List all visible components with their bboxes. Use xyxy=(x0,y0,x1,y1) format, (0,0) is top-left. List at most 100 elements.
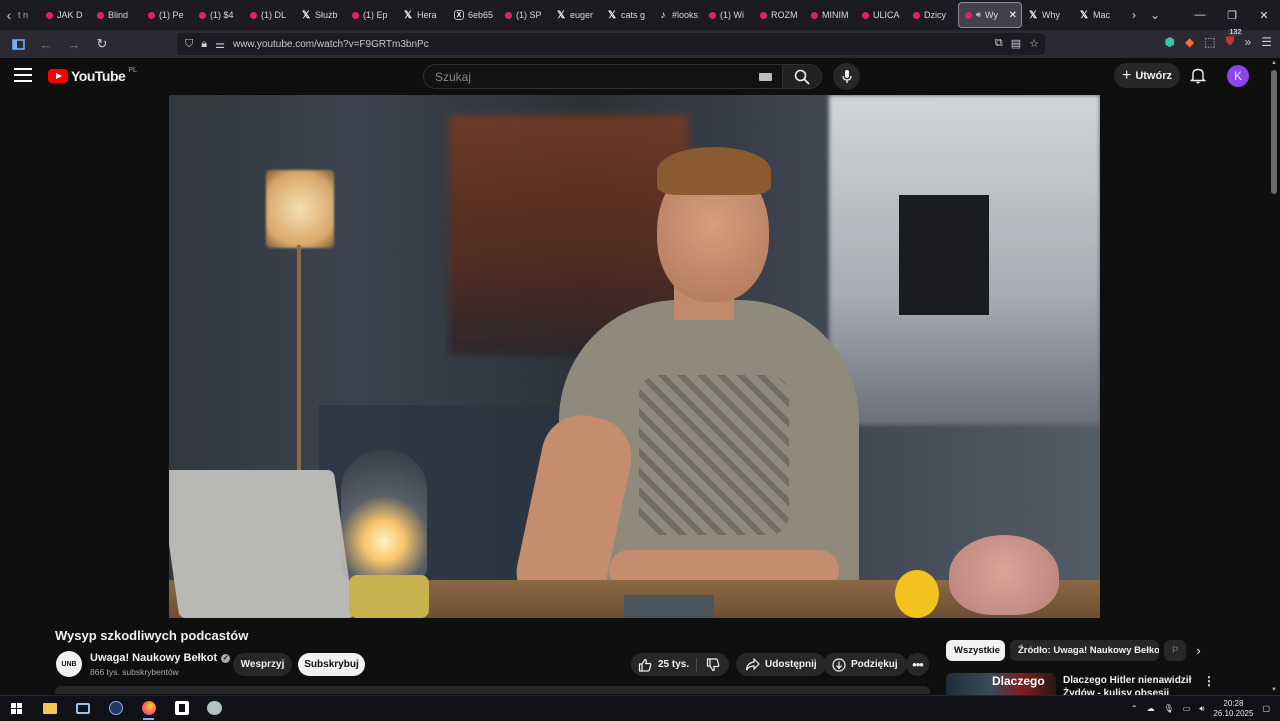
youtube-logo[interactable]: YouTube PL xyxy=(48,67,137,84)
file-explorer-icon[interactable] xyxy=(33,696,66,721)
browser-tab[interactable]: Blind xyxy=(91,2,142,28)
restore-icon[interactable]: ❐ xyxy=(1216,0,1248,30)
browser-tab[interactable]: Dzicy xyxy=(907,2,958,28)
browser-tab[interactable]: 𝕏cats g xyxy=(601,2,652,28)
chip-partial[interactable]: P xyxy=(1164,640,1186,661)
chip-source-channel[interactable]: Źródło: Uwaga! Naukowy Bełkot xyxy=(1010,640,1159,661)
this-pc-icon[interactable] xyxy=(66,696,99,721)
url-text[interactable]: www.youtube.com/watch?v=F9GRTm3bnPc xyxy=(233,39,429,50)
dislike-button[interactable] xyxy=(697,657,729,672)
picture-in-picture-icon[interactable]: ⧉ xyxy=(995,37,1003,50)
scroll-up-icon[interactable]: ▲ xyxy=(1271,60,1277,66)
thanks-button[interactable]: Podziękuj xyxy=(823,653,907,676)
start-windows-icon[interactable] xyxy=(0,696,33,721)
more-actions-icon[interactable]: ••• xyxy=(906,653,929,676)
page-scrollbar[interactable]: ▲ ▼ xyxy=(1268,58,1280,695)
app-menu-icon[interactable]: ☰ xyxy=(1261,35,1272,49)
ublock-extension-icon[interactable]: ⛊ 132 xyxy=(1226,29,1244,49)
browser-tab[interactable]: 𝕏 Mac xyxy=(1073,2,1124,28)
voice-search-button[interactable] xyxy=(833,63,860,90)
chevron-right-icon[interactable]: › xyxy=(1188,640,1209,661)
description-box[interactable] xyxy=(55,686,930,694)
app-icon[interactable] xyxy=(198,696,231,721)
cloud-icon[interactable]: ☁ xyxy=(1147,704,1155,713)
scrollbar-thumb[interactable] xyxy=(1271,70,1277,194)
create-button[interactable]: + Utwórz xyxy=(1114,63,1180,88)
x-icon: 𝕏 xyxy=(301,9,311,21)
chip-all[interactable]: Wszystkie xyxy=(946,640,1005,661)
channel-avatar[interactable]: UNB xyxy=(56,651,82,677)
scroll-down-icon[interactable]: ▼ xyxy=(1271,687,1277,693)
browser-tab[interactable]: t n xyxy=(18,2,40,28)
reload-icon[interactable]: ↻ xyxy=(90,32,114,56)
browser-tab[interactable]: 𝕏 Why xyxy=(1022,2,1073,28)
channel-name[interactable]: Uwaga! Naukowy Bełkot ✓ xyxy=(90,652,231,664)
steam-icon[interactable] xyxy=(99,696,132,721)
sidebar-toggle-icon[interactable] xyxy=(6,32,30,56)
close-window-icon[interactable]: ✕ xyxy=(1248,0,1280,30)
tab-scroll-left-icon[interactable]: ‹ xyxy=(0,0,18,30)
volume-icon[interactable]: 🔊︎ xyxy=(1199,704,1204,714)
thumbs-up-icon xyxy=(638,658,652,672)
minimize-icon[interactable]: — xyxy=(1184,0,1216,30)
lock-icon[interactable]: 🔒︎ xyxy=(201,38,207,51)
firefox-icon[interactable] xyxy=(132,696,165,721)
reader-view-icon[interactable]: ▤ xyxy=(1011,37,1021,50)
subscribe-button[interactable]: Subskrybuj xyxy=(298,653,365,676)
browser-tab[interactable]: 𝕏 Hera xyxy=(397,2,448,28)
share-button[interactable]: Udostępnij xyxy=(736,653,826,676)
browser-tab[interactable]: (1) Wi xyxy=(703,2,754,28)
like-dislike-group: 25 tys. xyxy=(631,653,729,676)
permissions-icon[interactable]: ⚌ xyxy=(215,38,225,51)
clock[interactable]: 20:28 26.10.2025 xyxy=(1213,699,1253,719)
tab-scroll-right-icon[interactable]: › xyxy=(1132,8,1136,22)
recommendation-thumbnail[interactable]: Dlaczego xyxy=(946,673,1056,695)
search-button[interactable] xyxy=(782,64,822,89)
youtube-icon xyxy=(148,11,155,19)
browser-tab-active[interactable]: 🔊︎ Wy ✕ xyxy=(958,2,1022,28)
guide-menu-icon[interactable] xyxy=(14,68,32,82)
like-button[interactable]: 25 tys. xyxy=(631,657,697,672)
tab-audio-icon[interactable]: 🔊︎ xyxy=(976,10,981,20)
notifications-bell-icon[interactable] xyxy=(1190,67,1206,84)
browser-tab[interactable]: (1) $4 xyxy=(193,2,244,28)
notion-icon[interactable] xyxy=(165,696,198,721)
microphone-tray-icon[interactable]: 🎙︎ xyxy=(1164,704,1174,713)
browser-tab[interactable]: 𝕏euger xyxy=(550,2,601,28)
browser-tab[interactable]: 𝕏 Służb xyxy=(295,2,346,28)
vpn-extension-icon[interactable]: ⬢ xyxy=(1164,35,1174,49)
browser-tab[interactable]: ♪ #looks xyxy=(652,2,703,28)
account-avatar[interactable]: K xyxy=(1227,65,1249,87)
browser-tab[interactable]: (1) SP xyxy=(499,2,550,28)
youtube-icon xyxy=(505,11,512,19)
forward-arrow-icon[interactable]: → xyxy=(62,32,86,56)
browser-tab[interactable]: (1) Pe xyxy=(142,2,193,28)
back-arrow-icon[interactable]: ← xyxy=(34,32,58,56)
tab-list-dropdown-icon[interactable]: ⌄ xyxy=(1150,8,1160,22)
recommendation-title[interactable]: Dlaczego Hitler nienawidził Żydów - kuli… xyxy=(1063,674,1193,696)
tray-overflow-chevron-icon[interactable]: ⌃ xyxy=(1131,704,1138,713)
more-tools-chevron-icon[interactable]: » xyxy=(1245,35,1252,49)
recommendation-menu-icon[interactable]: ⋮ xyxy=(1203,674,1215,688)
browser-tab[interactable]: JAK D xyxy=(40,2,91,28)
browser-tab[interactable]: X 6eb65 xyxy=(448,2,499,28)
video-player[interactable] xyxy=(169,95,1100,618)
tab-close-icon[interactable]: ✕ xyxy=(1009,10,1017,21)
browser-tab[interactable]: ULICA xyxy=(856,2,907,28)
notifications-icon[interactable]: ▢ xyxy=(1262,704,1270,713)
bookmark-star-icon[interactable]: ☆ xyxy=(1029,37,1039,50)
tab-label: MINIM xyxy=(822,10,849,20)
extensions-puzzle-icon[interactable]: ⬚ xyxy=(1204,35,1215,49)
shield-icon[interactable]: ⛉ xyxy=(185,38,193,51)
support-button[interactable]: Wesprzyj xyxy=(233,653,292,676)
search-input[interactable]: Szukaj xyxy=(423,64,783,89)
browser-tab[interactable]: (1) DL xyxy=(244,2,295,28)
fox-extension-icon[interactable]: ◆ xyxy=(1185,35,1194,49)
browser-tab[interactable]: ROZM xyxy=(754,2,805,28)
keyboard-icon[interactable] xyxy=(759,73,772,81)
microphone-icon xyxy=(841,70,852,83)
browser-tab[interactable]: MINIM xyxy=(805,2,856,28)
network-icon[interactable]: ▭ xyxy=(1183,704,1191,713)
address-bar[interactable]: ⛉ 🔒︎ ⚌ www.youtube.com/watch?v=F9GRTm3bn… xyxy=(177,33,1045,55)
browser-tab[interactable]: (1) Ep xyxy=(346,2,397,28)
